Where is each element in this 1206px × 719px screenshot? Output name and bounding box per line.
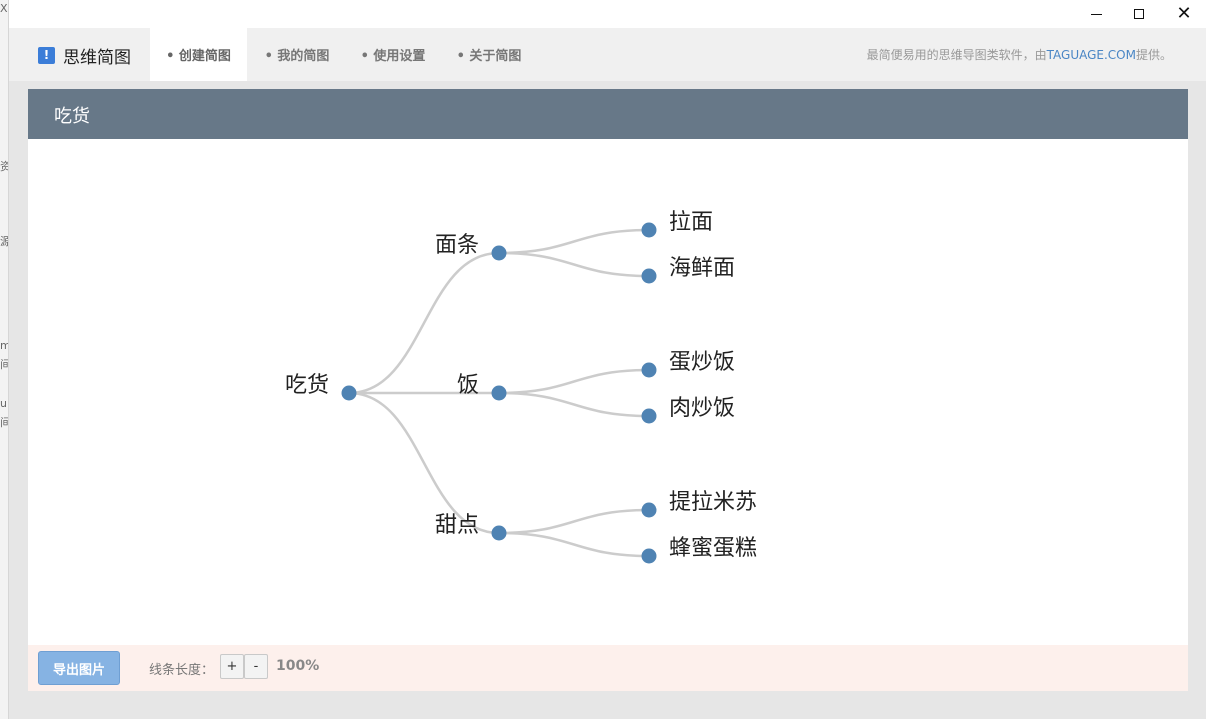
mindmap-leaf-node[interactable] [641, 268, 657, 284]
mindmap-leaf-label[interactable]: 肉炒饭 [669, 396, 735, 421]
maximize-icon [1134, 9, 1144, 19]
mindmap-leaf-node[interactable] [641, 222, 657, 238]
mindmap-link [348, 251, 500, 395]
panel-title: 吃货 [54, 106, 90, 127]
close-icon: ✕ [1176, 3, 1192, 24]
bg-fragment: 源 [0, 233, 8, 249]
mindmap-leaf-label[interactable]: 海鲜面 [669, 256, 735, 281]
mindmap-leaf-node[interactable] [641, 548, 657, 564]
mindmap-leaf-label[interactable]: 拉面 [669, 210, 713, 235]
mindmap-branch-label[interactable]: 饭 [457, 373, 479, 398]
tab-about[interactable]: • 关于简图 [441, 28, 537, 81]
maximize-button[interactable] [1116, 0, 1162, 28]
mindmap-leaf-node[interactable] [641, 408, 657, 424]
export-image-button[interactable]: 导出图片 [38, 651, 120, 685]
brand[interactable]: ! 思维简图 [38, 44, 131, 68]
mindmap-link [348, 391, 500, 535]
minimize-icon [1090, 13, 1102, 15]
panel-header: 吃货 [28, 89, 1188, 139]
mindmap-link [498, 391, 650, 418]
mindmap-leaf-label[interactable]: 提拉米苏 [669, 490, 757, 515]
window-title-bar: ✕ [0, 0, 1206, 28]
mindmap-link [498, 228, 650, 255]
tab-settings[interactable]: • 使用设置 [345, 28, 441, 81]
brand-name: 思维简图 [63, 47, 131, 68]
tagline-link[interactable]: TAGUAGE.COM [1047, 48, 1136, 62]
mindmap-branch-node[interactable] [491, 525, 507, 541]
mindmap-branch-node[interactable] [491, 245, 507, 261]
mindmap-svg[interactable]: 吃货 面条 拉面海鲜面饭 蛋炒饭肉炒饭甜点 提拉米苏蜂蜜蛋糕 [28, 139, 1188, 645]
tagline-prefix: 最简便易用的思维导图类软件，由 [866, 48, 1047, 62]
line-length-label: 线条长度： [149, 663, 215, 678]
mindmap-link [498, 508, 650, 535]
panel-footer: 导出图片 线条长度： + - 100% [28, 645, 1188, 691]
tab-my-maps[interactable]: • 我的简图 [249, 28, 345, 81]
mindmap-root-label[interactable]: 吃货 [285, 373, 329, 398]
mindmap-leaf-node[interactable] [641, 502, 657, 518]
nav-tagline: 最简便易用的思维导图类软件，由TAGUAGE.COM提供。 [867, 46, 1172, 63]
bg-fragment: X [0, 2, 8, 15]
brand-logo-icon: ! [38, 46, 55, 64]
mindmap-panel: 吃货 吃货 面条 拉面 海鲜面饭蛋炒饭 肉炒饭 甜点 提拉米苏 蜂蜜蛋糕 导出图片 线条长度：… [28, 89, 1188, 691]
bg-fragment: m [0, 339, 8, 352]
mindmap-branch-node[interactable] [491, 385, 507, 401]
mindmap-root-node[interactable] [341, 385, 357, 401]
bg-fragment: 间 [0, 414, 8, 430]
mindmap-leaf-label[interactable]: 蛋炒饭 [669, 350, 735, 375]
close-button[interactable]: ✕ [1161, 0, 1206, 28]
line-length-decrease-button[interactable]: - [244, 654, 268, 679]
mindmap-branch-label[interactable]: 甜点 [435, 513, 479, 538]
bg-fragment: 间 [0, 356, 8, 372]
minimize-button[interactable] [1073, 0, 1119, 28]
tagline-suffix: 提供。 [1135, 48, 1172, 62]
app-nav-bar: ! 思维简图 • 创建简图 • 我的简图 • 使用设置 • 关于简图 最简便易用… [9, 28, 1206, 81]
background-window-edge: X 资 源 m 间 u 间 [0, 0, 9, 719]
bg-fragment: 资 [0, 158, 8, 174]
mindmap-link [498, 368, 650, 395]
mindmap-link [498, 531, 650, 558]
zoom-value: 100% [276, 658, 320, 674]
bg-fragment: u [0, 397, 7, 410]
mindmap-leaf-label[interactable]: 蜂蜜蛋糕 [669, 536, 757, 561]
mindmap-leaf-node[interactable] [641, 362, 657, 378]
mindmap-canvas[interactable]: 吃货 面条 拉面海鲜面饭 蛋炒饭肉炒饭甜点 提拉米苏蜂蜜蛋糕 [28, 139, 1188, 645]
line-length-increase-button[interactable]: + [220, 654, 244, 679]
mindmap-branch-label[interactable]: 面条 [435, 233, 479, 258]
tab-create-map[interactable]: • 创建简图 [150, 28, 247, 81]
mindmap-link [498, 251, 650, 278]
